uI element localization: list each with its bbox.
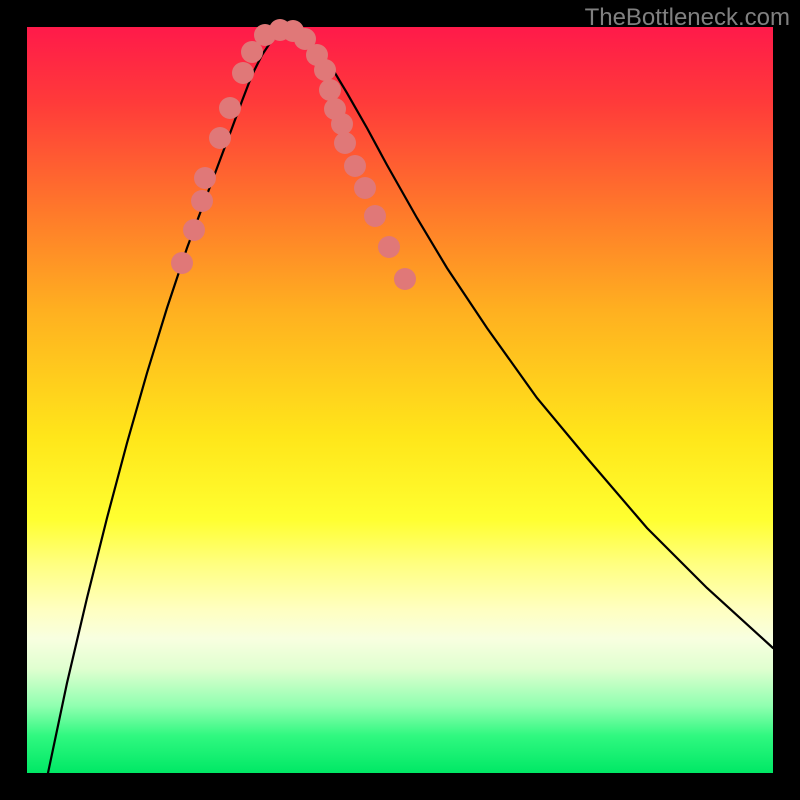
curve-marker bbox=[364, 205, 386, 227]
curve-marker bbox=[354, 177, 376, 199]
curve-svg bbox=[27, 27, 773, 773]
curve-marker bbox=[331, 113, 353, 135]
chart-frame: TheBottleneck.com bbox=[0, 0, 800, 800]
curve-marker bbox=[209, 127, 231, 149]
curve-marker bbox=[319, 79, 341, 101]
plot-area bbox=[27, 27, 773, 773]
curve-marker bbox=[194, 167, 216, 189]
curve-marker bbox=[394, 268, 416, 290]
curve-marker bbox=[378, 236, 400, 258]
curve-marker bbox=[344, 155, 366, 177]
curve-marker bbox=[219, 97, 241, 119]
curve-marker bbox=[334, 132, 356, 154]
curve-marker bbox=[171, 252, 193, 274]
curve-marker bbox=[314, 59, 336, 81]
bottleneck-curve bbox=[48, 32, 773, 773]
watermark-text: TheBottleneck.com bbox=[585, 4, 790, 32]
curve-marker bbox=[232, 62, 254, 84]
marker-cluster-right bbox=[282, 20, 416, 290]
curve-marker bbox=[183, 219, 205, 241]
curve-marker bbox=[191, 190, 213, 212]
marker-cluster-left bbox=[171, 19, 291, 274]
